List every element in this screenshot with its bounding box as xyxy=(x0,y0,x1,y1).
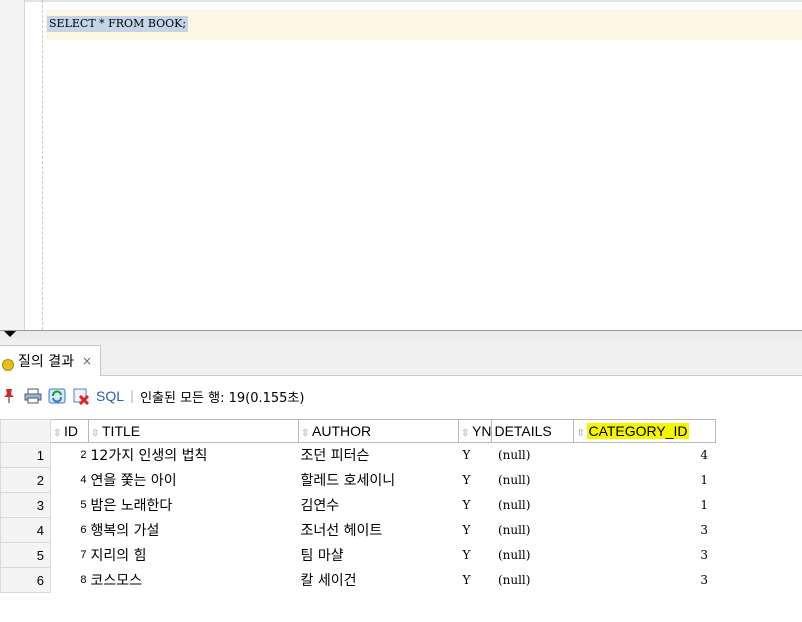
row-number-cell[interactable]: 3 xyxy=(0,492,51,518)
table-row[interactable]: 3 5 밤은 노래한다 김연수 Y (null) 1 xyxy=(0,492,716,518)
cell-category-id[interactable]: 4 xyxy=(573,442,716,468)
cell-details[interactable]: (null) xyxy=(491,492,574,518)
cell-title[interactable]: 지리의 힘 xyxy=(88,542,299,568)
row-number-cell[interactable]: 1 xyxy=(0,442,51,468)
cell-yn[interactable]: Y xyxy=(458,517,492,543)
tab-label: 질의 결과 xyxy=(18,354,74,370)
toolbar-separator: | xyxy=(130,389,135,403)
cell-id[interactable]: 4 xyxy=(50,467,89,493)
line-number-gutter xyxy=(0,0,25,330)
sql-statement[interactable]: SELECT * FROM BOOK; xyxy=(47,16,189,32)
query-result-icon xyxy=(2,359,14,371)
cell-yn[interactable]: Y xyxy=(458,442,492,468)
cell-id[interactable]: 7 xyxy=(50,542,89,568)
column-header-title[interactable]: ⇳ TITLE xyxy=(88,419,299,443)
fetch-status: 인출된 모든 행: 19(0.155초) xyxy=(140,390,305,406)
cell-details[interactable]: (null) xyxy=(491,442,574,468)
cell-author[interactable]: 김연수 xyxy=(298,492,459,518)
sort-icon: ⇳ xyxy=(53,428,62,439)
close-tab-icon[interactable]: × xyxy=(82,354,92,368)
cell-title[interactable]: 코스모스 xyxy=(88,567,299,593)
print-icon[interactable] xyxy=(24,387,42,405)
cell-yn[interactable]: Y xyxy=(458,492,492,518)
column-header-yn[interactable]: ⇳ YN xyxy=(457,419,493,443)
column-header-category-id[interactable]: ⇳ CATEGORY_ID xyxy=(573,419,717,443)
grid-body: 1 2 12가지 인생의 법칙 조던 피터슨 Y (null) 4 2 4 연을 쫓는 아이 할레드… xyxy=(0,442,716,593)
cell-author[interactable]: 조던 피터슨 xyxy=(298,442,459,468)
column-header-id[interactable]: ⇳ ID xyxy=(50,419,89,443)
sort-icon: ⇳ xyxy=(461,428,470,439)
cell-category-id[interactable]: 1 xyxy=(573,467,716,493)
tab-query-result[interactable]: 질의 결과 × xyxy=(0,345,102,376)
cell-title[interactable]: 연을 쫓는 아이 xyxy=(88,467,299,493)
editor-top-border xyxy=(0,0,802,2)
cell-category-id[interactable]: 3 xyxy=(573,567,716,593)
refresh-icon[interactable] xyxy=(48,387,66,405)
sort-icon: ⇳ xyxy=(301,428,310,439)
column-header-details[interactable]: DETAILS xyxy=(491,419,575,443)
cell-title[interactable]: 행복의 가설 xyxy=(88,517,299,543)
cell-title[interactable]: 12가지 인생의 법칙 xyxy=(88,442,299,468)
cell-yn[interactable]: Y xyxy=(458,567,492,593)
cell-id[interactable]: 5 xyxy=(50,492,89,518)
row-number-cell[interactable]: 5 xyxy=(0,542,51,568)
table-row[interactable]: 5 7 지리의 힘팀 마샬 Y (null) 3 xyxy=(0,542,716,568)
results-tab-bar: 질의 결과 × xyxy=(0,339,802,376)
sql-link[interactable]: SQL xyxy=(96,388,124,404)
cell-category-id[interactable]: 3 xyxy=(573,542,716,568)
sort-icon: ⇳ xyxy=(576,428,585,439)
cell-author[interactable]: 할레드 호세이니 xyxy=(298,467,459,493)
results-grid: ⇳ ID ⇳ TITLE ⇳ AUTHOR ⇳ YN DETAILS ⇳ CATEGORY… xyxy=(0,419,717,593)
sort-icon: ⇳ xyxy=(91,428,100,439)
cell-details[interactable]: (null) xyxy=(491,567,574,593)
results-toolbar: SQL | 인출된 모든 행: 19(0.155초) xyxy=(0,376,802,416)
collapse-arrow-icon[interactable] xyxy=(4,331,16,337)
cell-yn[interactable]: Y xyxy=(458,467,492,493)
clear-icon[interactable] xyxy=(72,387,90,405)
row-number-cell[interactable]: 4 xyxy=(0,517,51,543)
row-number-cell[interactable]: 6 xyxy=(0,567,51,593)
cell-author[interactable]: 칼 세이건 xyxy=(298,567,459,593)
row-number-header xyxy=(0,419,51,443)
cell-id[interactable]: 2 xyxy=(50,442,89,468)
cell-id[interactable]: 6 xyxy=(50,517,89,543)
cell-title[interactable]: 밤은 노래한다 xyxy=(88,492,299,518)
editor-margin-guide xyxy=(42,0,43,330)
cell-author[interactable]: 팀 마샬 xyxy=(298,542,459,568)
table-row[interactable]: 1 2 12가지 인생의 법칙 조던 피터슨 Y (null) 4 xyxy=(0,442,716,468)
cell-details[interactable]: (null) xyxy=(491,542,574,568)
cell-id[interactable]: 8 xyxy=(50,567,89,593)
cell-author[interactable]: 조너선 헤이트 xyxy=(298,517,459,543)
table-row[interactable]: 2 4 연을 쫓는 아이 할레드 호세이니 Y (null) 1 xyxy=(0,467,716,493)
cell-category-id[interactable]: 1 xyxy=(573,492,716,518)
cell-details[interactable]: (null) xyxy=(491,467,574,493)
sql-editor[interactable]: SELECT * FROM BOOK; xyxy=(0,0,802,330)
table-row[interactable]: 4 6 행복의 가설 조너선 헤이트 Y (null) 3 xyxy=(0,517,716,543)
results-panel: 질의 결과 × SQL | 인출된 모든 행: 19(0.155초) ⇳ ID ⇳… xyxy=(0,339,802,622)
cell-category-id[interactable]: 3 xyxy=(573,517,716,543)
table-row[interactable]: 6 8 코스모스 칼 세이건 Y (null) 3 xyxy=(0,567,716,593)
cell-yn[interactable]: Y xyxy=(458,542,492,568)
row-number-cell[interactable]: 2 xyxy=(0,467,51,493)
grid-header-row: ⇳ ID ⇳ TITLE ⇳ AUTHOR ⇳ YN DETAILS ⇳ CATEGORY… xyxy=(0,419,717,443)
column-header-author[interactable]: ⇳ AUTHOR xyxy=(298,419,459,443)
cell-details[interactable]: (null) xyxy=(491,517,574,543)
pin-icon[interactable] xyxy=(0,387,18,405)
